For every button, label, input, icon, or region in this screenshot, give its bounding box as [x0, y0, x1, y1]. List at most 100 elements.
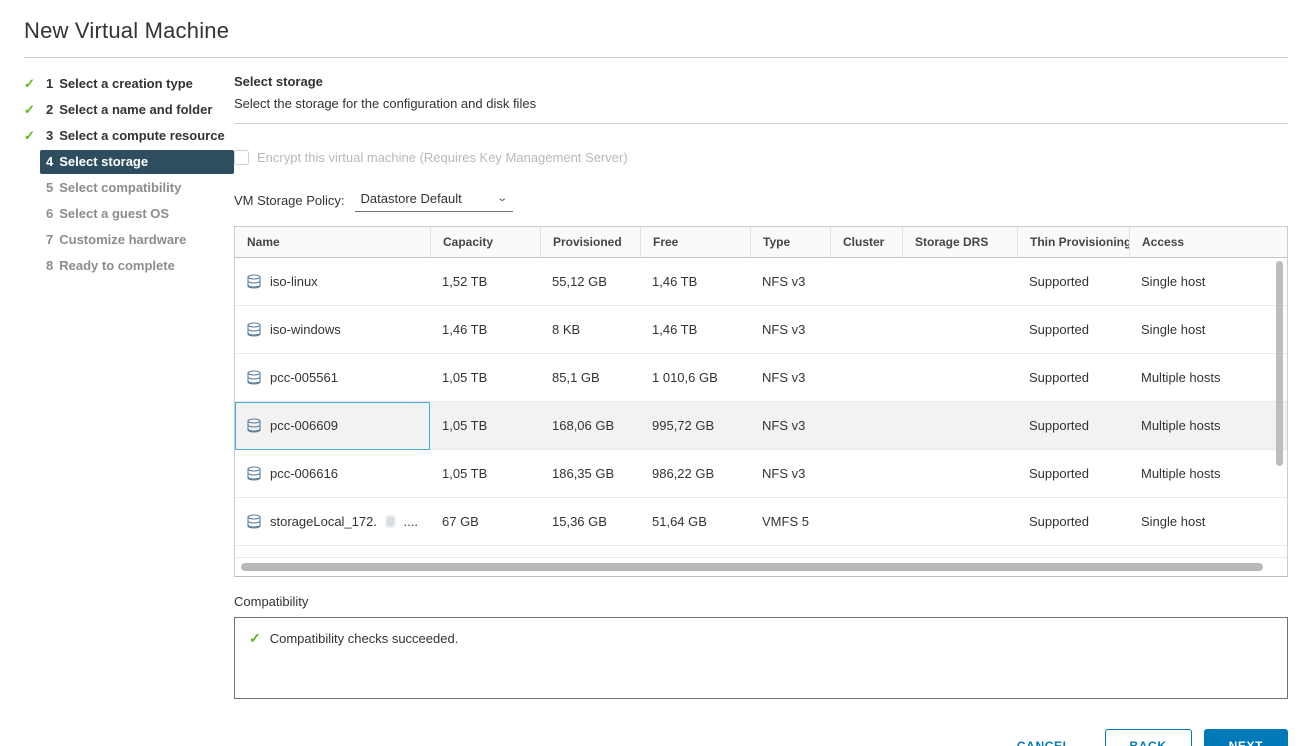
new-vm-wizard: New Virtual Machine ✓ 1Select a creation… [0, 0, 1312, 746]
table-header-row: Name Capacity Provisioned Free Type Clus… [235, 227, 1287, 258]
datastore-capacity: 1,05 TB [430, 450, 540, 498]
column-header-cluster[interactable]: Cluster [830, 227, 902, 258]
datastore-icon [247, 466, 261, 481]
step-number: 3 [46, 128, 53, 144]
column-header-type[interactable]: Type [750, 227, 830, 258]
datastore-provisioned: 85,1 GB [540, 354, 640, 402]
datastore-capacity: 1,46 TB [430, 306, 540, 354]
datastore-cluster [830, 258, 902, 306]
datastore-type: NFS v3 [750, 258, 830, 306]
datastore-capacity: 1,05 TB [430, 354, 540, 402]
table-row[interactable]: iso-windows 1,46 TB 8 KB 1,46 TB NFS v3 … [235, 306, 1287, 354]
page-title: New Virtual Machine [24, 18, 1288, 44]
encrypt-vm-checkbox[interactable] [234, 150, 249, 165]
success-check-icon: ✓ [249, 630, 261, 647]
datastore-free: 1,46 TB [640, 258, 750, 306]
datastore-table: Name Capacity Provisioned Free Type Clus… [234, 226, 1288, 577]
step-label: Select compatibility [59, 180, 181, 196]
column-header-storage-drs[interactable]: Storage DRS [902, 227, 1017, 258]
wizard-steps: ✓ 1Select a creation type ✓ 2Select a na… [0, 58, 234, 746]
step-1-select-a-creation-type[interactable]: ✓ 1Select a creation type [24, 72, 234, 96]
step-3-select-a-compute-resource[interactable]: ✓ 3Select a compute resource [24, 124, 234, 148]
table-partial-row [235, 546, 1287, 558]
datastore-free: 51,64 GB [640, 498, 750, 546]
datastore-name-tail: .... [404, 514, 418, 529]
datastore-thin-provisioning: Supported [1017, 498, 1129, 546]
datastore-thin-provisioning: Supported [1017, 258, 1129, 306]
step-7-customize-hardware[interactable]: 7Customize hardware [24, 228, 234, 252]
step-number: 6 [46, 206, 53, 222]
wizard-header: New Virtual Machine [0, 0, 1312, 58]
datastore-icon [247, 418, 261, 433]
wizard-footer: CANCEL BACK NEXT [234, 729, 1288, 746]
step-label: Customize hardware [59, 232, 186, 248]
vm-storage-policy-row: VM Storage Policy: Datastore Default ⌄ [234, 189, 1288, 212]
check-icon: ✓ [24, 102, 35, 118]
check-icon: ✓ [24, 76, 35, 92]
step-5-select-compatibility[interactable]: 5Select compatibility [24, 176, 234, 200]
datastore-capacity: 1,05 TB [430, 402, 540, 450]
horizontal-scrollbar[interactable] [241, 563, 1263, 571]
step-label: Select a creation type [59, 76, 193, 92]
column-header-access[interactable]: Access [1129, 227, 1287, 258]
vm-storage-policy-value: Datastore Default [361, 191, 462, 206]
datastore-capacity: 67 GB [430, 498, 540, 546]
vertical-scrollbar[interactable] [1276, 261, 1283, 466]
column-header-capacity[interactable]: Capacity [430, 227, 540, 258]
datastore-name: storageLocal_172. [270, 514, 377, 529]
step-label: Select a name and folder [59, 102, 212, 118]
step-subheading: Select the storage for the configuration… [234, 96, 1288, 111]
step-2-select-a-name-and-folder[interactable]: ✓ 2Select a name and folder [24, 98, 234, 122]
chevron-down-icon: ⌄ [496, 193, 508, 204]
datastore-provisioned: 186,35 GB [540, 450, 640, 498]
datastore-access: Multiple hosts [1129, 402, 1287, 450]
datastore-provisioned: 8 KB [540, 306, 640, 354]
datastore-type: NFS v3 [750, 450, 830, 498]
step-8-ready-to-complete[interactable]: 8Ready to complete [24, 254, 234, 278]
step-label: Select storage [59, 154, 148, 170]
compatibility-label: Compatibility [234, 594, 1288, 609]
encrypt-vm-label: Encrypt this virtual machine (Requires K… [257, 150, 628, 165]
datastore-storage-drs [902, 402, 1017, 450]
vm-storage-policy-select[interactable]: Datastore Default ⌄ [355, 189, 513, 212]
datastore-access: Multiple hosts [1129, 450, 1287, 498]
datastore-free: 986,22 GB [640, 450, 750, 498]
table-row[interactable]: iso-linux 1,52 TB 55,12 GB 1,46 TB NFS v… [235, 258, 1287, 306]
vm-storage-policy-label: VM Storage Policy: [234, 193, 345, 208]
column-header-thin-provisioning[interactable]: Thin Provisioning [1017, 227, 1129, 258]
cancel-button[interactable]: CANCEL [1003, 729, 1085, 746]
datastore-storage-drs [902, 450, 1017, 498]
datastore-type: VMFS 5 [750, 498, 830, 546]
datastore-provisioned: 168,06 GB [540, 402, 640, 450]
table-row-selected[interactable]: pcc-006609 1,05 TB 168,06 GB 995,72 GB N… [235, 402, 1287, 450]
column-header-free[interactable]: Free [640, 227, 750, 258]
datastore-name: iso-linux [270, 274, 318, 289]
step-label: Select a compute resource [59, 128, 224, 144]
datastore-access: Single host [1129, 498, 1287, 546]
step-6-select-a-guest-os[interactable]: 6 Select a guest OS [24, 202, 234, 226]
column-header-provisioned[interactable]: Provisioned [540, 227, 640, 258]
datastore-provisioned: 15,36 GB [540, 498, 640, 546]
step-number: 4 [46, 154, 53, 170]
table-row[interactable]: pcc-005561 1,05 TB 85,1 GB 1 010,6 GB NF… [235, 354, 1287, 402]
table-row[interactable]: pcc-006616 1,05 TB 186,35 GB 986,22 GB N… [235, 450, 1287, 498]
column-header-name[interactable]: Name [235, 227, 430, 258]
step-content: Select storage Select the storage for th… [234, 58, 1312, 746]
datastore-storage-drs [902, 306, 1017, 354]
table-row[interactable]: storageLocal_172..... 67 GB 15,36 GB 51,… [235, 498, 1287, 546]
step-label: Ready to complete [59, 258, 175, 274]
datastore-access: Single host [1129, 258, 1287, 306]
datastore-icon [247, 514, 261, 529]
compatibility-box: ✓ Compatibility checks succeeded. [234, 617, 1288, 699]
datastore-name: pcc-006616 [270, 466, 338, 481]
datastore-free: 1,46 TB [640, 306, 750, 354]
step-label: Select a guest OS [59, 206, 169, 222]
content-divider [234, 123, 1288, 124]
datastore-storage-drs [902, 498, 1017, 546]
encrypt-vm-row: Encrypt this virtual machine (Requires K… [234, 150, 1288, 165]
datastore-cluster [830, 354, 902, 402]
datastore-name: pcc-005561 [270, 370, 338, 385]
next-button[interactable]: NEXT [1204, 729, 1288, 746]
step-4-select-storage[interactable]: 4 Select storage [24, 150, 234, 174]
back-button[interactable]: BACK [1105, 729, 1192, 746]
